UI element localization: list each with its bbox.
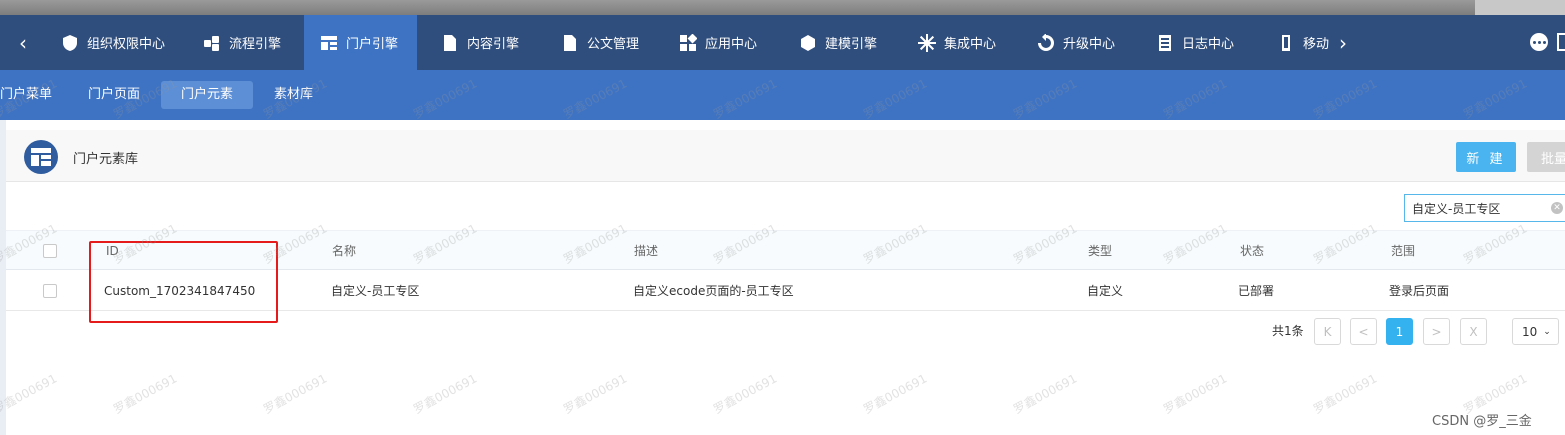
nav-item-integration[interactable]: 集成中心 xyxy=(902,15,1012,70)
watermark: 罗鑫000691 xyxy=(1311,371,1380,417)
nav-item-apps[interactable]: 应用中心 xyxy=(663,15,773,70)
new-button[interactable]: 新 建 xyxy=(1456,142,1516,172)
clear-icon[interactable]: ✕ xyxy=(1551,202,1563,214)
search-input-value: 自定义-员工专区 xyxy=(1412,201,1501,216)
cube-icon xyxy=(801,34,815,51)
window-top-strip xyxy=(0,0,1565,15)
cell-desc: 自定义ecode页面的-员工专区 xyxy=(633,284,794,298)
mobile-icon xyxy=(1282,34,1290,51)
log-icon xyxy=(1159,34,1171,51)
portal-icon xyxy=(321,35,337,50)
nav-item-label: 建模引擎 xyxy=(825,37,878,52)
pagination-total: 共1条 xyxy=(1272,324,1304,338)
watermark: 罗鑫000691 xyxy=(1011,371,1080,417)
subnav-item-menu[interactable]: 门户菜单 xyxy=(0,81,72,109)
select-all-checkbox[interactable] xyxy=(43,244,57,258)
cell-scope: 登录后页面 xyxy=(1389,284,1450,298)
col-header-scope[interactable]: 范围 xyxy=(1391,231,1415,271)
nav-item-label: 门户引擎 xyxy=(346,37,399,52)
page-size-value: 10 xyxy=(1522,324,1538,339)
apps-icon xyxy=(680,33,697,51)
pagination-next-button[interactable]: > xyxy=(1423,318,1450,345)
window-corner xyxy=(1475,0,1565,15)
source-credit: CSDN @罗_三金 xyxy=(1432,414,1532,429)
search-input[interactable]: 自定义-员工专区 ✕ xyxy=(1404,194,1565,222)
cell-name[interactable]: 自定义-员工专区 xyxy=(331,271,419,311)
cell-status: 已部署 xyxy=(1238,284,1275,298)
pagination-first-button[interactable]: K xyxy=(1314,318,1341,345)
page-title: 门户元素库 xyxy=(73,152,139,167)
nav-item-flow[interactable]: 流程引擎 xyxy=(187,15,297,70)
row-checkbox[interactable] xyxy=(43,284,57,298)
subnav-item-elements[interactable]: 门户元素 xyxy=(161,81,254,109)
watermark: 罗鑫000691 xyxy=(411,371,480,417)
batch-button[interactable]: 批量 xyxy=(1527,142,1565,172)
file-icon xyxy=(564,34,576,51)
top-nav: ‹ 组织权限中心 流程引擎 门户引擎 内容引擎 公文管理 应用中心 建模引擎 集… xyxy=(0,15,1565,70)
cell-type: 自定义 xyxy=(1087,284,1124,298)
pagination-last-button[interactable]: X xyxy=(1460,318,1487,345)
highlight-annotation-box xyxy=(89,241,278,323)
nav-prev-icon[interactable]: ‹ xyxy=(8,15,38,70)
nav-item-doc[interactable]: 公文管理 xyxy=(545,15,655,70)
nav-item-label: 集成中心 xyxy=(944,37,997,52)
col-header-desc[interactable]: 描述 xyxy=(634,231,658,271)
watermark: 罗鑫000691 xyxy=(0,371,60,417)
watermark: 罗鑫000691 xyxy=(861,371,930,417)
nav-item-label: 内容引擎 xyxy=(467,37,520,52)
subnav-item-pages[interactable]: 门户页面 xyxy=(68,81,160,109)
page-header: 门户元素库 xyxy=(6,130,1565,182)
watermark: 罗鑫000691 xyxy=(1161,371,1230,417)
refresh-icon xyxy=(1038,33,1054,51)
nav-item-content[interactable]: 内容引擎 xyxy=(425,15,535,70)
nav-item-portal[interactable]: 门户引擎 xyxy=(304,15,417,70)
nav-item-modeling[interactable]: 建模引擎 xyxy=(783,15,893,70)
nav-item-label: 组织权限中心 xyxy=(87,37,166,52)
nav-item-label: 升级中心 xyxy=(1063,37,1116,52)
more-icon[interactable] xyxy=(1530,33,1548,51)
nav-item-upgrade[interactable]: 升级中心 xyxy=(1021,15,1131,70)
nav-item-label: 日志中心 xyxy=(1182,37,1235,52)
nav-next-icon[interactable]: › xyxy=(1328,15,1358,70)
nav-item-label: 移动 xyxy=(1303,37,1330,52)
document-icon xyxy=(444,34,456,51)
pagination-current-page[interactable]: 1 xyxy=(1386,318,1413,345)
page-size-select[interactable]: 10 ⌄ xyxy=(1512,318,1559,345)
snowflake-icon xyxy=(918,33,936,52)
shield-icon xyxy=(63,34,77,51)
subnav-item-materials[interactable]: 素材库 xyxy=(254,81,333,109)
watermark: 罗鑫000691 xyxy=(111,371,180,417)
user-icon[interactable] xyxy=(1557,33,1565,51)
watermark: 罗鑫000691 xyxy=(711,371,780,417)
nav-item-label: 应用中心 xyxy=(705,37,758,52)
portal-element-library-icon xyxy=(24,140,58,174)
pagination-prev-button[interactable]: < xyxy=(1350,318,1377,345)
watermark: 罗鑫000691 xyxy=(261,371,330,417)
flow-icon xyxy=(204,35,219,51)
col-header-name[interactable]: 名称 xyxy=(332,231,356,271)
nav-item-label: 公文管理 xyxy=(587,37,640,52)
nav-item-org[interactable]: 组织权限中心 xyxy=(45,15,181,70)
watermark: 罗鑫000691 xyxy=(561,371,630,417)
col-header-type[interactable]: 类型 xyxy=(1088,231,1112,271)
nav-item-log[interactable]: 日志中心 xyxy=(1140,15,1250,70)
col-header-status[interactable]: 状态 xyxy=(1240,231,1264,271)
chevron-down-icon: ⌄ xyxy=(1543,326,1551,337)
sub-nav: 门户菜单 门户页面 门户元素 素材库 xyxy=(0,70,1565,120)
nav-item-label: 流程引擎 xyxy=(229,37,282,52)
